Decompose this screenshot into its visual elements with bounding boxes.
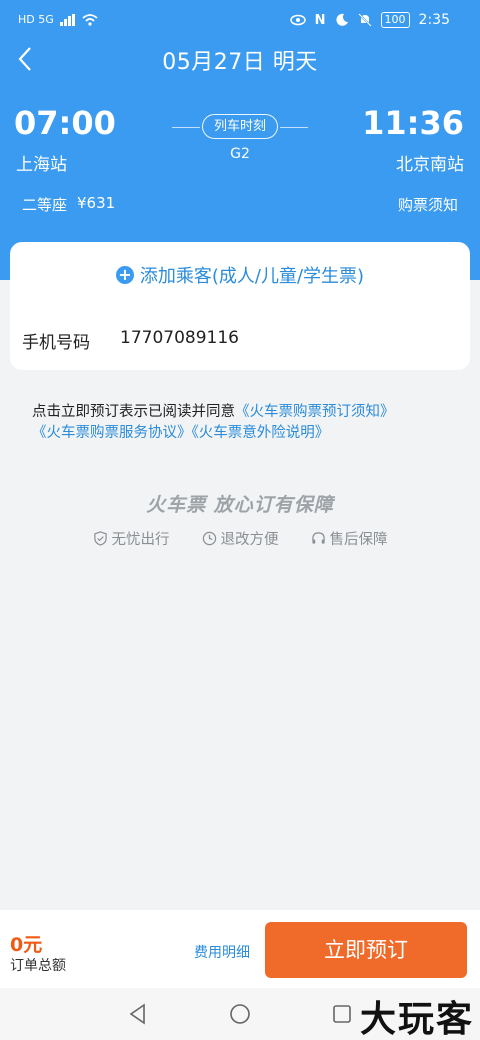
network-label: HD 5G [18,13,54,26]
arrive-time: 11:36 [362,104,464,142]
eye-icon [289,14,306,26]
schedule-group: 列车时刻 [172,114,308,140]
nav-back-icon[interactable] [126,1002,150,1026]
promo-item-worry-free: 无忧出行 [93,528,170,549]
promo-item-label: 售后保障 [329,532,388,548]
promo-items: 无忧出行 退改方便 售后保障 [0,528,480,549]
moon-icon [335,13,348,26]
passenger-card: + 添加乘客(成人/儿童/学生票) 手机号码 17707089116 [10,242,470,370]
headset-icon [311,532,325,544]
add-passenger-button[interactable]: + 添加乘客(成人/儿童/学生票) [10,262,470,288]
agreement-text: 点击立即预订表示已阅读并同意《火车票购票预订须知》《火车票购票服务协议》《火车票… [32,402,462,444]
booking-notice-link[interactable]: 《火车票购票预订须知》 [235,404,395,420]
signal-icon [59,13,75,26]
promo-item-label: 退改方便 [220,532,279,548]
arrive-station: 北京南站 [396,155,464,175]
schedule-button[interactable]: 列车时刻 [202,114,278,139]
nav-recents-icon[interactable] [330,1002,354,1026]
service-agreement-link[interactable]: 《火车票购票服务协议》 [32,425,192,441]
battery-icon: 100 [380,12,410,28]
phone-field[interactable]: 17707089116 [120,328,239,348]
total-label: 订单总额 [10,958,66,974]
nfc-icon: N [314,12,326,28]
total-amount: 0元 [10,934,43,956]
header: HD 5G N 100 2:35 05月27日 明天 07:00 上海站 列车时… [0,0,480,280]
promo-item-refund: 退改方便 [202,528,279,549]
add-passenger-label: 添加乘客(成人/儿童/学生票) [139,266,365,287]
purchase-notice-link[interactable]: 购票须知 [398,194,458,215]
plus-icon: + [115,266,134,284]
promo-item-label: 无忧出行 [111,532,170,548]
page-title: 05月27日 明天 [162,50,318,75]
nav-home-icon[interactable] [228,1002,252,1026]
seat-type: 二等座 [22,196,68,214]
seat-info: 二等座 ¥631 [22,194,115,215]
mute-bell-icon [357,13,372,27]
bottom-bar: 0元 订单总额 费用明细 立即预订 [0,910,480,988]
watermark-logo: 大玩客 [359,998,474,1040]
status-icons: N 100 2:35 [289,12,450,28]
network-indicators: HD 5G [18,13,98,26]
divider [280,127,308,128]
status-bar: HD 5G N 100 2:35 [0,0,480,40]
depart-time: 07:00 [14,104,116,142]
promo-title: 火车票 放心订有保障 [146,494,334,516]
divider [172,127,200,128]
fee-detail-link[interactable]: 费用明细 [194,942,250,962]
wifi-icon [82,13,98,26]
clock: 2:35 [418,12,450,28]
insurance-info-link[interactable]: 《火车票意外险说明》 [192,425,330,441]
phone-label: 手机号码 [22,333,90,353]
clock-icon [202,531,216,546]
book-now-button[interactable]: 立即预订 [265,922,467,978]
ticket-price: ¥631 [77,194,116,212]
agreement-prefix: 点击立即预订表示已阅读并同意 [32,404,235,420]
shield-check-icon [93,531,107,546]
promo-item-aftersales: 售后保障 [311,528,388,549]
